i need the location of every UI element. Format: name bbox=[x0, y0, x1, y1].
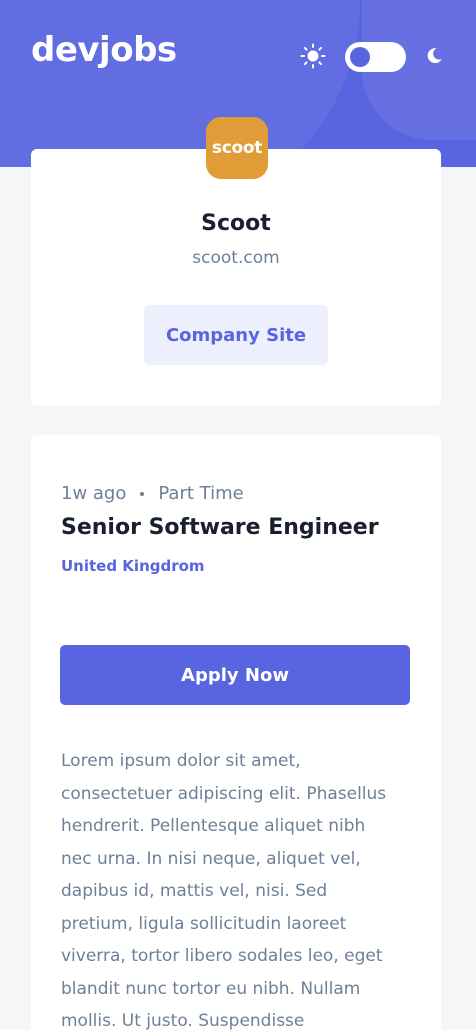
moon-icon bbox=[427, 48, 442, 64]
company-logo: scoot bbox=[206, 117, 268, 179]
company-name: Scoot bbox=[201, 211, 271, 236]
job-meta: 1w ago Part Time bbox=[61, 483, 244, 504]
job-details-card: 1w ago Part Time Senior Software Enginee… bbox=[31, 435, 441, 1030]
apply-now-button[interactable]: Apply Now bbox=[60, 645, 410, 705]
job-title: Senior Software Engineer bbox=[61, 515, 379, 540]
job-location: United Kingdrom bbox=[61, 557, 205, 575]
job-description: Lorem ipsum dolor sit amet, consectetuer… bbox=[61, 751, 387, 1030]
company-site-button[interactable]: Company Site bbox=[144, 305, 328, 365]
separator-dot bbox=[140, 491, 145, 496]
theme-switch-knob bbox=[350, 47, 370, 67]
theme-switch[interactable] bbox=[345, 42, 406, 72]
contract-type: Part Time bbox=[158, 483, 244, 504]
company-website: scoot.com bbox=[192, 248, 280, 268]
app-logo[interactable]: devjobs bbox=[31, 30, 177, 70]
header-decoration bbox=[0, 0, 360, 167]
company-card: scoot Scoot scoot.com Company Site bbox=[31, 117, 441, 406]
sun-icon bbox=[300, 43, 326, 69]
posted-time: 1w ago bbox=[61, 483, 127, 504]
